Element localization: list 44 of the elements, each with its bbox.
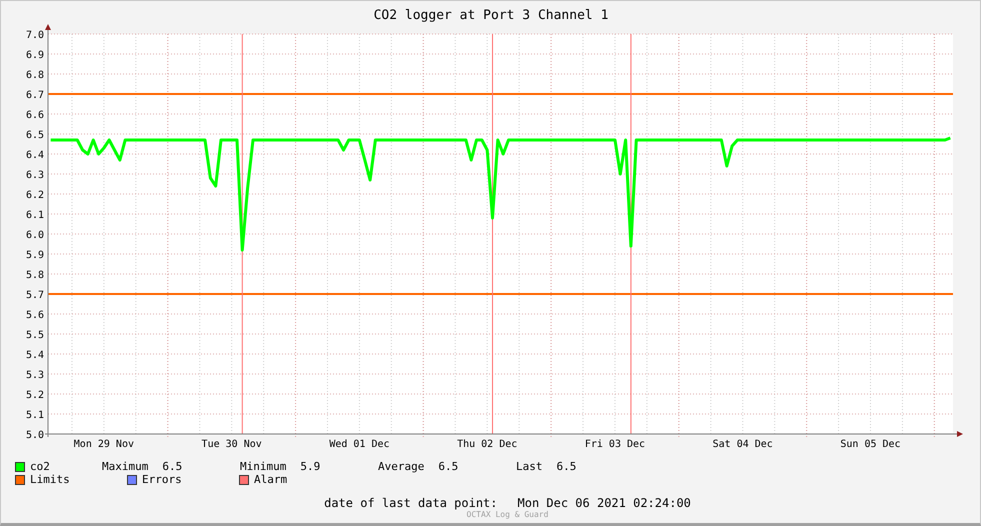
y-tick-label: 6.2	[26, 190, 44, 201]
x-tick-label: Tue 30 Nov	[202, 439, 262, 450]
last-data-value: Mon Dec 06 2021 02:24:00	[518, 496, 691, 510]
legend-label: Errors	[142, 473, 183, 486]
y-tick-label: 7.0	[26, 30, 44, 41]
y-tick-label: 6.0	[26, 230, 44, 241]
last-data-label: date of last data point:	[324, 496, 498, 510]
x-tick-label: Fri 03 Dec	[584, 439, 646, 450]
y-tick-label: 5.2	[26, 390, 44, 401]
legend-label: co2	[30, 460, 51, 473]
legend-label: Limits	[30, 473, 71, 486]
y-tick-label: 5.4	[26, 350, 44, 361]
y-tick-label: 5.0	[26, 430, 44, 441]
y-tick-label: 6.6	[26, 110, 44, 121]
x-tick-label: Thu 02 Dec	[457, 439, 518, 450]
y-tick-label: 5.6	[26, 310, 44, 321]
stat-value: 6.5	[556, 460, 576, 473]
x-tick-label: Sat 04 Dec	[712, 439, 773, 450]
stat-value: 6.5	[438, 460, 458, 473]
legend-label: Alarm	[254, 473, 288, 486]
y-tick-label: 6.3	[26, 170, 44, 181]
y-tick-label: 5.1	[26, 410, 44, 421]
stat-label: Average	[378, 460, 424, 473]
x-tick-label: Mon 29 Nov	[74, 439, 134, 450]
y-tick-label: 6.7	[26, 90, 44, 101]
y-tick-label: 6.8	[26, 70, 44, 81]
stat-label: Last	[516, 460, 542, 473]
chart-title: CO2 logger at Port 3 Channel 1	[374, 8, 608, 23]
x-tick-label: Wed 01 Dec	[329, 439, 390, 450]
y-tick-label: 6.4	[26, 150, 44, 161]
y-tick-label: 5.9	[26, 250, 44, 261]
y-tick-label: 5.5	[26, 330, 44, 341]
stat-value: 5.9	[300, 460, 320, 473]
y-tick-label: 5.7	[26, 290, 44, 301]
stat-label: Minimum	[240, 460, 286, 473]
x-tick-label: Sun 05 Dec	[840, 439, 901, 450]
stat-label: Maximum	[102, 460, 148, 473]
credit-text: OCTAX Log & Guard	[466, 510, 550, 519]
y-tick-label: 6.9	[26, 50, 44, 61]
stat-value: 6.5	[162, 460, 182, 473]
y-tick-label: 5.3	[26, 370, 44, 381]
y-tick-label: 5.8	[26, 270, 44, 281]
y-tick-label: 6.1	[26, 210, 44, 221]
y-tick-label: 6.5	[26, 130, 44, 141]
